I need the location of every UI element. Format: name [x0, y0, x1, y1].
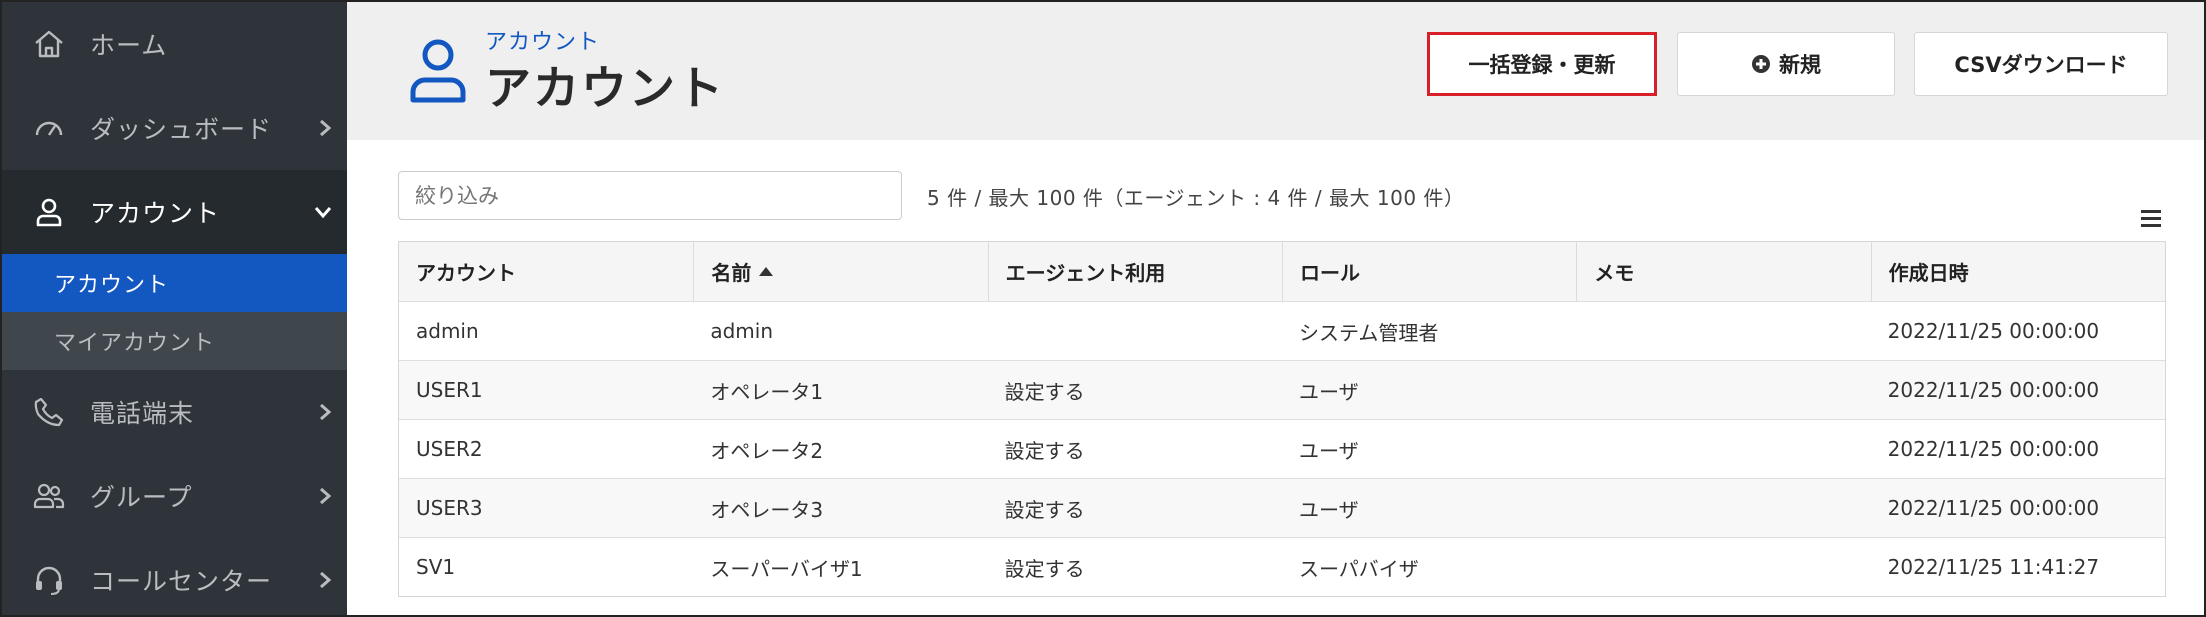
- sidebar-item-label: コールセンター: [90, 567, 273, 596]
- table-cell: [988, 302, 1282, 360]
- table-cell: [1576, 361, 1870, 419]
- sidebar-item-account[interactable]: アカウント: [2, 170, 347, 254]
- gauge-icon: [35, 121, 63, 136]
- table-cell: [1576, 538, 1870, 596]
- table-cell: オペレータ3: [710, 497, 824, 522]
- sidebar-item-label: ホーム: [90, 31, 168, 60]
- column-header-label: アカウント: [416, 261, 516, 285]
- record-count: 5 件 / 最大 100 件（エージェント : 4 件 / 最大 100 件）: [927, 186, 1465, 210]
- sidebar: ホーム ダッシュボード アカウント アカウント マイアカウント 電話端末 グルー…: [2, 2, 347, 615]
- table-row[interactable]: USER2 オペレータ2 設定する ユーザ 2022/11/25 00:00:0…: [399, 419, 2165, 478]
- plus-circle-icon: [1752, 55, 1770, 73]
- table-cell: 2022/11/25 11:41:27: [1887, 555, 2100, 579]
- page-header: アカウント アカウント 一括登録・更新 新規 CSVダウンロード: [347, 2, 2204, 140]
- table-cell: スーパバイザ: [1298, 556, 1419, 581]
- table-cell: スーパーバイザ1: [710, 556, 863, 581]
- table-row[interactable]: USER3 オペレータ3 設定する ユーザ 2022/11/25 00:00:0…: [399, 478, 2165, 537]
- column-header-label: ロール: [1299, 261, 1360, 285]
- table-cell: オペレータ1: [710, 379, 824, 404]
- new-button-label: 新規: [1779, 53, 1821, 77]
- column-header-label: エージェント利用: [1005, 261, 1166, 285]
- sidebar-item-group[interactable]: グループ: [2, 454, 347, 538]
- table-cell: [1576, 479, 1870, 537]
- column-header-created[interactable]: 作成日時: [1870, 242, 2165, 301]
- sidebar-subitem-label: マイアカウント: [54, 331, 216, 356]
- table-cell: ユーザ: [1298, 497, 1359, 522]
- sidebar-subitem-account[interactable]: アカウント: [2, 254, 347, 312]
- sidebar-subitem-my-account[interactable]: マイアカウント: [2, 312, 347, 370]
- table-cell: 2022/11/25 00:00:00: [1887, 437, 2100, 461]
- table-cell: 設定する: [1004, 497, 1085, 522]
- new-button[interactable]: 新規: [1677, 32, 1895, 96]
- app-window: ホーム ダッシュボード アカウント アカウント マイアカウント 電話端末 グルー…: [0, 0, 2206, 617]
- table-cell: SV1: [416, 555, 456, 579]
- column-header-label: メモ: [1594, 261, 1635, 285]
- table-cell: 設定する: [1004, 556, 1085, 581]
- table-cell: [1576, 420, 1870, 478]
- column-header-account[interactable]: アカウント: [399, 242, 693, 301]
- table-cell: USER3: [416, 496, 483, 520]
- sidebar-item-call-center[interactable]: コールセンター: [2, 538, 347, 615]
- sidebar-item-home[interactable]: ホーム: [2, 2, 347, 86]
- sidebar-item-label: グループ: [90, 483, 193, 512]
- table-row[interactable]: admin admin システム管理者 2022/11/25 00:00:00: [399, 301, 2165, 360]
- user-icon: [410, 39, 466, 103]
- table-row[interactable]: USER1 オペレータ1 設定する ユーザ 2022/11/25 00:00:0…: [399, 360, 2165, 419]
- sidebar-item-label: ダッシュボード: [90, 115, 273, 144]
- table-cell: [1576, 302, 1870, 360]
- chevron-right-icon: [320, 119, 332, 137]
- table-cell: 2022/11/25 00:00:00: [1887, 496, 2100, 520]
- sort-ascending-icon: [759, 267, 774, 276]
- chevron-right-icon: [320, 487, 332, 505]
- table-cell: オペレータ2: [710, 438, 824, 463]
- headset-icon: [36, 566, 62, 595]
- table-cell: 2022/11/25 00:00:00: [1887, 319, 2100, 343]
- table-cell: 設定する: [1004, 438, 1085, 463]
- chevron-right-icon: [320, 403, 332, 421]
- sidebar-item-label: アカウント: [90, 199, 221, 228]
- column-header-agent[interactable]: エージェント利用: [987, 242, 1282, 301]
- chevron-down-icon: [314, 207, 332, 219]
- accounts-table: アカウント 名前 エージェント利用 ロール メモ 作成日時 admin admi…: [398, 241, 2166, 597]
- sidebar-item-label: 電話端末: [90, 399, 195, 428]
- column-header-role[interactable]: ロール: [1281, 242, 1576, 301]
- column-header-memo[interactable]: メモ: [1576, 242, 1870, 301]
- users-icon: [33, 483, 65, 509]
- table-cell: admin: [710, 319, 773, 343]
- table-cell: システム管理者: [1298, 320, 1439, 345]
- csv-download-button-label: CSVダウンロード: [1954, 53, 2128, 77]
- phone-icon: [34, 397, 64, 427]
- sidebar-item-phone[interactable]: 電話端末: [2, 370, 347, 454]
- bulk-update-button-label: 一括登録・更新: [1468, 53, 1616, 77]
- table-cell: ユーザ: [1298, 379, 1359, 404]
- home-icon: [35, 30, 63, 58]
- chevron-right-icon: [320, 571, 332, 589]
- table-header-row: アカウント 名前 エージェント利用 ロール メモ 作成日時: [399, 242, 2165, 301]
- user-icon: [36, 198, 62, 227]
- table-cell: admin: [416, 319, 479, 343]
- table-cell: 設定する: [1004, 379, 1085, 404]
- table-cell: USER2: [416, 437, 483, 461]
- table-cell: 2022/11/25 00:00:00: [1887, 378, 2100, 402]
- table-cell: ユーザ: [1298, 438, 1359, 463]
- page-title: アカウント: [485, 61, 725, 115]
- csv-download-button[interactable]: CSVダウンロード: [1914, 32, 2168, 96]
- column-header-name[interactable]: 名前: [693, 242, 987, 301]
- filter-input[interactable]: [398, 171, 902, 220]
- table-cell: USER1: [416, 378, 483, 402]
- hamburger-menu-icon[interactable]: [2140, 208, 2162, 228]
- sidebar-subitem-label: アカウント: [54, 273, 170, 298]
- sidebar-item-dashboard[interactable]: ダッシュボード: [2, 86, 347, 170]
- bulk-update-button[interactable]: 一括登録・更新: [1427, 32, 1657, 96]
- table-row[interactable]: SV1 スーパーバイザ1 設定する スーパバイザ 2022/11/25 11:4…: [399, 537, 2165, 596]
- column-header-label: 名前: [711, 261, 752, 285]
- column-header-label: 作成日時: [1888, 261, 1969, 285]
